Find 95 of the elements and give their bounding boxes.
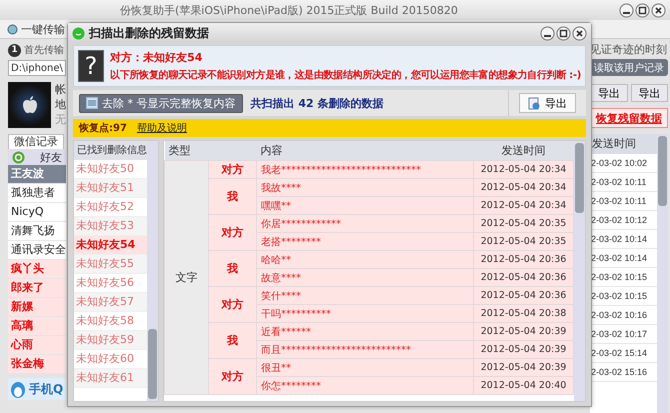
time-cell: 2012-05-04 20:36 bbox=[474, 286, 574, 304]
export-button[interactable]: 导出 bbox=[590, 84, 628, 102]
contact-item[interactable]: 疯丫头 bbox=[8, 260, 66, 279]
column-header: 发送时间 bbox=[474, 141, 574, 160]
notice-text: 以下所恢复的聊天记录不能识别对方是谁，这是由数据结构所决定的，您可以运用您丰富的想象力自行判断 :-) bbox=[110, 68, 581, 82]
message-cell: 哈哈** bbox=[256, 250, 474, 268]
message-cell: 而且************************** bbox=[256, 340, 474, 358]
time-cell: 2012-05-04 20:34 bbox=[474, 196, 574, 214]
wechat-tab[interactable]: 微信记录 bbox=[8, 134, 64, 149]
help-link[interactable]: 帮助及说明 bbox=[136, 121, 187, 135]
message-cell: 近看****** bbox=[256, 322, 474, 340]
device-info: 帐 bbox=[55, 82, 66, 97]
time-cell: 2012-05-04 20:40 bbox=[474, 376, 574, 394]
sender-cell: 我 bbox=[208, 250, 256, 286]
strip-asterisks-button[interactable]: 去除 * 号显示完整恢复内容 bbox=[79, 94, 242, 112]
type-cell: 文字 bbox=[164, 160, 208, 394]
time-cell: 2012-05-04 20:39 bbox=[474, 322, 574, 340]
transfer-button[interactable]: 一键传输 bbox=[4, 22, 68, 36]
sender-cell: 对方 bbox=[208, 358, 256, 394]
time-cell: 2012-05-04 20:39 bbox=[474, 340, 574, 358]
friends-header: 好友 bbox=[40, 150, 62, 164]
friend-item[interactable]: 未知好友59 bbox=[74, 331, 147, 350]
time-cell: 2012-05-04 20:36 bbox=[474, 250, 574, 268]
sender-cell: 我 bbox=[208, 178, 256, 214]
maximize-icon[interactable] bbox=[556, 26, 571, 40]
contact-item[interactable]: 张金梅 bbox=[8, 355, 66, 374]
close-icon[interactable] bbox=[651, 2, 666, 18]
contact-item[interactable]: 心雨 bbox=[8, 336, 66, 355]
maximize-icon[interactable] bbox=[635, 2, 650, 18]
time-cell: 2012-05-04 20:34 bbox=[474, 160, 574, 178]
message-cell: 老搭******** bbox=[256, 232, 474, 250]
friend-item[interactable]: 未知好友54 bbox=[74, 236, 147, 255]
message-cell: 笑什**** bbox=[256, 286, 474, 304]
time-cell: 2012-05-04 20:35 bbox=[474, 214, 574, 232]
column-header: 内容 bbox=[256, 141, 474, 160]
export-button[interactable]: 导出 bbox=[519, 93, 576, 113]
scrollbar[interactable] bbox=[574, 141, 585, 401]
time-cell: 2012-05-04 20:38 bbox=[474, 304, 574, 322]
contact-item[interactable]: 新嫘 bbox=[8, 298, 66, 317]
friend-item[interactable]: 未知好友53 bbox=[74, 217, 147, 236]
column-header: 类型 bbox=[164, 141, 208, 160]
friend-item[interactable]: 未知好友57 bbox=[74, 293, 147, 312]
device-info: 无 bbox=[55, 112, 66, 127]
apple-icon bbox=[22, 96, 38, 114]
dialog-title: 扫描出删除的残留数据 bbox=[89, 24, 209, 42]
restore-point: 恢复点:97 bbox=[79, 122, 127, 135]
contact-item[interactable]: 王友波 bbox=[8, 165, 66, 184]
sender-cell: 对方 bbox=[208, 286, 256, 322]
sender-cell: 我 bbox=[208, 322, 256, 358]
contact-item[interactable]: 郎来了 bbox=[8, 279, 66, 298]
friend-item[interactable]: 未知好友55 bbox=[74, 255, 147, 274]
sender-cell: 对方 bbox=[208, 160, 256, 178]
message-cell: 故意**** bbox=[256, 268, 474, 286]
friend-item[interactable]: 未知好友61 bbox=[74, 369, 147, 388]
recover-link[interactable]: 恢复残留数据 bbox=[590, 108, 668, 128]
contact-item[interactable]: 高璃 bbox=[8, 317, 66, 336]
message-cell: 干吗********** bbox=[256, 304, 474, 322]
column-header: 已找到删除信息 bbox=[74, 141, 147, 160]
summary-text: 共扫描出 42 条删除的数据 bbox=[250, 96, 384, 110]
friend-item[interactable]: 未知好友51 bbox=[74, 179, 147, 198]
step-text: 首先传输 bbox=[24, 44, 64, 57]
scrollbar[interactable] bbox=[147, 141, 158, 401]
time-cell: 2012-05-04 20:39 bbox=[474, 358, 574, 376]
contact-item[interactable]: 孤独患者 bbox=[8, 184, 66, 203]
time-cell: 2012-05-04 20:36 bbox=[474, 268, 574, 286]
message-cell: 很丑** bbox=[256, 358, 474, 376]
qq-logo-text: 手机Q bbox=[29, 380, 64, 398]
step-number: 1 bbox=[8, 44, 21, 56]
message-cell: 嘿嘿** bbox=[256, 196, 474, 214]
message-cell: 我故**** bbox=[256, 178, 474, 196]
sender-cell: 对方 bbox=[208, 214, 256, 250]
export-button[interactable]: 导出 bbox=[630, 84, 668, 102]
message-cell: 我老**************************** bbox=[256, 160, 474, 178]
window-title: 份恢复助手(苹果iOS\iPhone\iPad版) 2015正式版 Build 20150820 bbox=[120, 2, 458, 18]
minimize-icon[interactable] bbox=[619, 2, 634, 18]
message-cell: 你居************ bbox=[256, 214, 474, 232]
path-field[interactable]: D:\iphone\ bbox=[8, 60, 66, 76]
contact-item[interactable]: NicyQ bbox=[8, 203, 66, 222]
list-icon bbox=[86, 97, 98, 109]
read-records-button[interactable]: 读取该用户记录 bbox=[590, 59, 668, 76]
export-icon bbox=[528, 96, 541, 110]
caption: 见证奇迹的时刻 bbox=[590, 42, 668, 57]
time-cell: 2012-05-04 20:34 bbox=[474, 178, 574, 196]
column-header: 发送时间 bbox=[590, 134, 657, 154]
peer-label: 对方：未知好友54 bbox=[110, 50, 204, 65]
contact-item[interactable]: 通讯录安全 bbox=[8, 241, 66, 260]
close-icon[interactable] bbox=[572, 26, 587, 40]
chat-icon bbox=[72, 26, 85, 40]
contact-item[interactable]: 清舞飞扬 bbox=[8, 222, 66, 241]
message-cell: 你怎******** bbox=[256, 376, 474, 394]
time-cell: 2012-05-04 20:35 bbox=[474, 232, 574, 250]
device-info: 地 bbox=[55, 97, 66, 112]
question-icon: ? bbox=[78, 50, 104, 82]
scrollbar[interactable] bbox=[657, 134, 668, 413]
minimize-icon[interactable] bbox=[540, 26, 555, 40]
